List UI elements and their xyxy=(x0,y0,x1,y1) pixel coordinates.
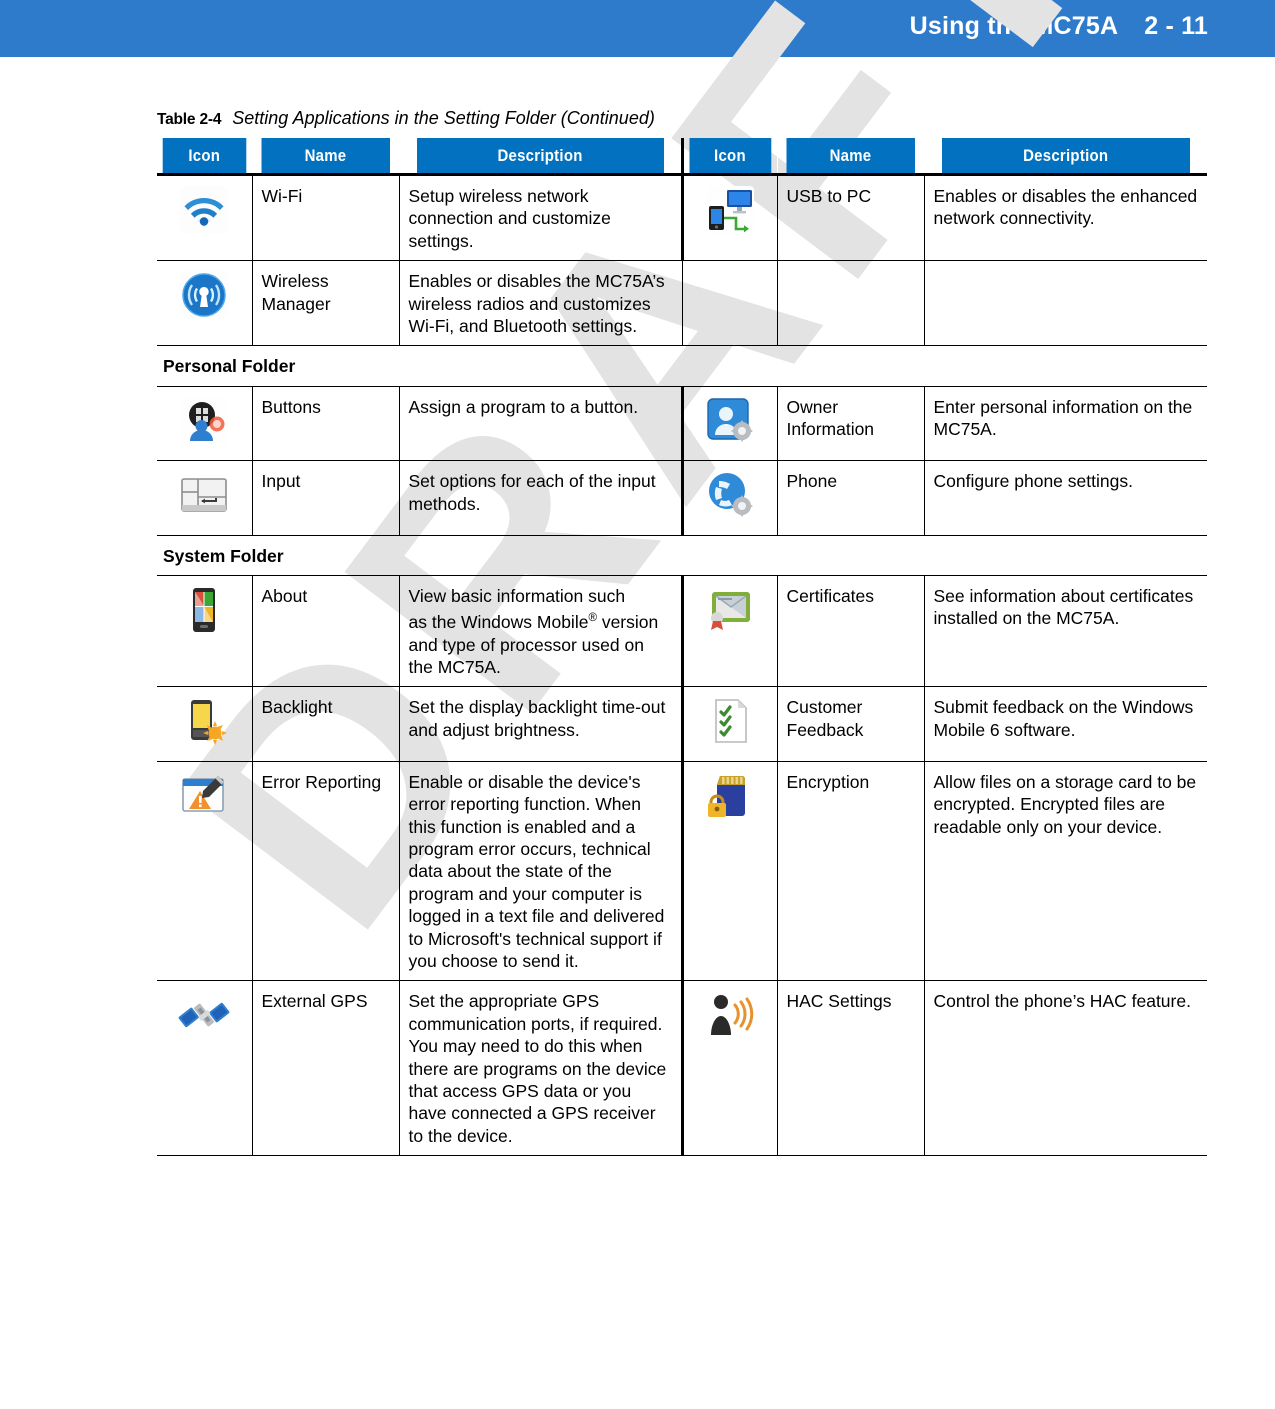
icon-cell xyxy=(680,686,777,762)
table-body: Wi-Fi Setup wireless network connection … xyxy=(157,174,1207,1157)
page-header-title: Using the MC75A xyxy=(909,12,1119,40)
setting-name: Error Reporting xyxy=(251,761,399,982)
table-row: Backlight Set the display backlight time… xyxy=(157,686,1207,762)
table-row: Input Set options for each of the input … xyxy=(157,460,1207,536)
setting-name: Owner Information xyxy=(776,386,924,462)
col-header-name-right: Name xyxy=(785,138,916,175)
icon-cell xyxy=(680,460,777,536)
setting-name: Wi-Fi xyxy=(251,174,399,262)
hac-settings-icon xyxy=(704,989,756,1041)
setting-name: About xyxy=(251,575,399,688)
buttons-icon xyxy=(178,395,230,447)
col-header-icon-right: Icon xyxy=(686,138,772,175)
table-row: About View basic information such as the… xyxy=(157,575,1207,688)
encryption-icon xyxy=(704,770,756,822)
page-header-text: Using the MC75A 2 - 11 xyxy=(910,12,1208,41)
setting-description: View basic information such as the Windo… xyxy=(398,575,682,688)
input-icon xyxy=(178,469,230,521)
about-icon xyxy=(178,584,230,636)
icon-cell xyxy=(680,980,777,1157)
table-region: Table 2-4 Setting Applications in the Set… xyxy=(157,108,1207,1157)
setting-description: Setup wireless network connection and cu… xyxy=(398,174,682,262)
setting-name: Phone xyxy=(776,460,924,536)
registered-mark: ® xyxy=(588,612,597,625)
setting-description: See information about certificates insta… xyxy=(923,575,1207,688)
table-number: Table 2-4 xyxy=(157,111,222,128)
setting-name: Buttons xyxy=(251,386,399,462)
icon-cell xyxy=(157,386,252,462)
personal-folder-label: Personal Folder xyxy=(157,345,1207,387)
empty-name-cell xyxy=(776,260,924,347)
icon-cell xyxy=(157,260,252,347)
setting-description: Set options for each of the input method… xyxy=(398,460,682,536)
icon-cell xyxy=(157,686,252,762)
col-header-name-left: Name xyxy=(260,138,391,175)
setting-description: Enables or disables the MC75A’s wireless… xyxy=(398,260,682,347)
customer-feedback-icon xyxy=(704,695,756,747)
table-header-row: Icon Name Description Icon Name Descript… xyxy=(157,138,1207,175)
empty-description-cell xyxy=(923,260,1207,347)
icon-cell xyxy=(157,575,252,688)
setting-description: Submit feedback on the Windows Mobile 6 … xyxy=(923,686,1207,762)
icon-cell xyxy=(157,174,252,262)
setting-description: Allow files on a storage card to be encr… xyxy=(923,761,1207,982)
phone-icon xyxy=(704,469,756,521)
table-row: Wireless Manager Enables or disables the… xyxy=(157,260,1207,347)
setting-description: Enable or disable the device's error rep… xyxy=(398,761,682,982)
table-row: Buttons Assign a program to a button. Ow… xyxy=(157,386,1207,462)
table-row: Error Reporting Enable or disable the de… xyxy=(157,761,1207,982)
col-header-description-left: Description xyxy=(415,138,666,175)
about-desc-line1: View basic information such xyxy=(408,585,626,606)
setting-description: Set the display backlight time-out and a… xyxy=(398,686,682,762)
setting-description: Configure phone settings. xyxy=(923,460,1207,536)
backlight-icon xyxy=(178,695,230,747)
setting-name: Backlight xyxy=(251,686,399,762)
icon-cell xyxy=(157,460,252,536)
icon-cell xyxy=(157,761,252,982)
col-header-icon-left: Icon xyxy=(162,138,247,175)
icon-cell xyxy=(680,174,777,262)
wireless-manager-icon xyxy=(178,269,230,321)
about-desc-line2: as the Windows Mobile xyxy=(408,612,589,633)
settings-applications-table: Icon Name Description Icon Name Descript… xyxy=(157,138,1207,1157)
owner-information-icon xyxy=(704,395,756,447)
error-reporting-icon xyxy=(178,770,230,822)
setting-name: Encryption xyxy=(776,761,924,982)
table-head: Icon Name Description Icon Name Descript… xyxy=(157,138,1207,175)
usb-to-pc-icon xyxy=(704,184,756,236)
setting-name: Certificates xyxy=(776,575,924,688)
setting-description: Enter personal information on the MC75A. xyxy=(923,386,1207,462)
table-caption: Table 2-4 Setting Applications in the Set… xyxy=(157,108,1203,129)
col-header-description-right: Description xyxy=(940,138,1191,175)
setting-name: Customer Feedback xyxy=(776,686,924,762)
external-gps-icon xyxy=(178,989,230,1041)
setting-name: Input xyxy=(251,460,399,536)
table-title: Setting Applications in the Setting Fold… xyxy=(232,108,655,128)
table-row: External GPS Set the appropriate GPS com… xyxy=(157,980,1207,1157)
wifi-icon xyxy=(178,184,230,236)
certificates-icon xyxy=(704,584,756,636)
icon-cell xyxy=(157,980,252,1157)
folder-heading-row: Personal Folder xyxy=(157,345,1207,387)
icon-cell xyxy=(680,386,777,462)
page-number: 2 - 11 xyxy=(1144,12,1208,40)
setting-description: Enables or disables the enhanced network… xyxy=(923,174,1207,262)
icon-cell xyxy=(680,761,777,982)
system-folder-label: System Folder xyxy=(157,535,1207,576)
setting-name: HAC Settings xyxy=(776,980,924,1157)
setting-description: Assign a program to a button. xyxy=(398,386,682,462)
empty-icon-cell xyxy=(681,260,777,347)
setting-name: Wireless Manager xyxy=(251,260,399,347)
setting-description: Set the appropriate GPS communication po… xyxy=(398,980,682,1157)
setting-name: External GPS xyxy=(251,980,399,1157)
page-header-band: Using the MC75A 2 - 11 xyxy=(0,0,1275,57)
setting-description: Control the phone’s HAC feature. xyxy=(923,980,1207,1157)
icon-cell xyxy=(680,575,777,688)
table-row: Wi-Fi Setup wireless network connection … xyxy=(157,174,1207,262)
folder-heading-row: System Folder xyxy=(157,535,1207,576)
setting-name: USB to PC xyxy=(776,174,924,262)
